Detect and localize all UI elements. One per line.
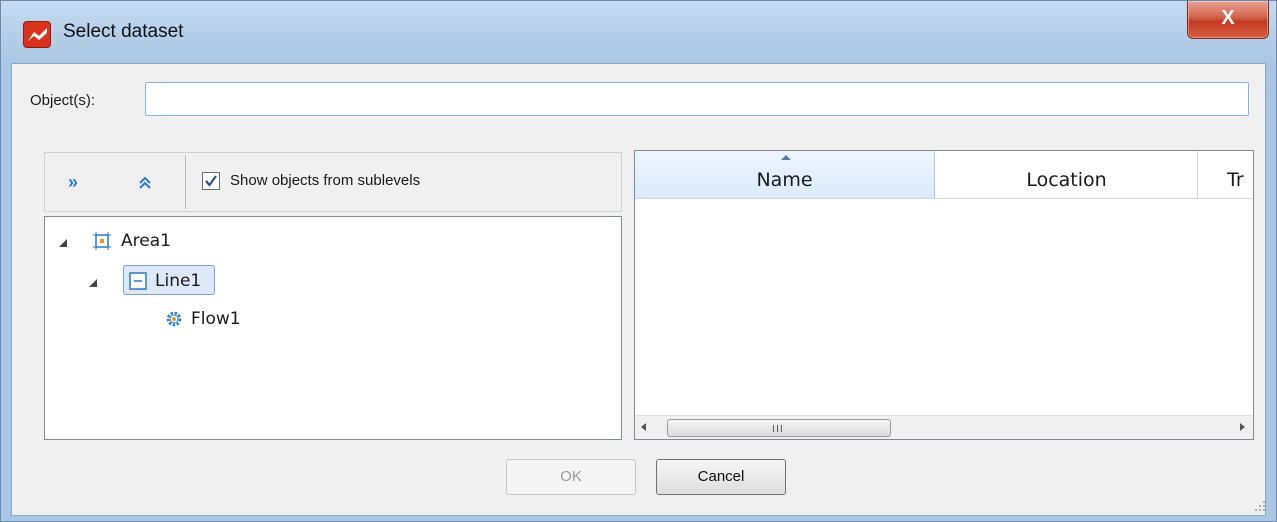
tree-item-label: Line1 [155, 271, 202, 291]
column-header-location[interactable]: Location [936, 151, 1198, 198]
column-header-label: Name [756, 169, 813, 191]
horizontal-scrollbar[interactable]: III [635, 415, 1253, 439]
object-tree: Area1 Line1 Flow1 [44, 216, 622, 440]
sort-ascending-icon [781, 155, 791, 160]
area-icon [93, 232, 111, 250]
dataset-grid: Name Location Tr III [634, 150, 1254, 440]
column-header-label: Tr [1227, 169, 1244, 191]
resize-grip-icon[interactable] [1254, 500, 1266, 512]
app-logo-icon [23, 21, 51, 48]
scroll-right-arrow-icon[interactable] [1240, 423, 1245, 431]
tree-item-label: Area1 [121, 231, 171, 251]
grid-header: Name Location Tr [635, 151, 1253, 199]
column-header-label: Location [1026, 169, 1107, 191]
flow-gear-icon [166, 311, 182, 327]
objects-label: Object(s): [30, 92, 96, 109]
line-icon [129, 272, 147, 290]
tree-item-area1[interactable]: Area1 [45, 227, 615, 255]
close-button[interactable]: X [1187, 1, 1269, 39]
cancel-button[interactable]: Cancel [656, 459, 786, 495]
collapse-all-button[interactable] [131, 169, 159, 197]
expand-all-button[interactable]: » [59, 169, 87, 197]
double-chevron-right-icon: » [67, 172, 78, 192]
window-title: Select dataset [63, 21, 184, 42]
checkmark-icon [205, 175, 217, 187]
column-header-tr[interactable]: Tr [1199, 151, 1253, 198]
show-sublevels-label[interactable]: Show objects from sublevels [230, 172, 420, 189]
double-chevron-up-icon [139, 176, 151, 189]
ok-button[interactable]: OK [506, 459, 636, 495]
tree-item-flow1[interactable]: Flow1 [45, 305, 615, 333]
toolbar-separator [185, 155, 186, 209]
expanded-arrow-icon[interactable] [89, 279, 97, 287]
tree-toolbar: » Show objects from sublevels [44, 152, 622, 212]
scroll-thumb[interactable]: III [667, 419, 891, 437]
scroll-thumb-grip: III [772, 424, 784, 435]
objects-input[interactable] [145, 82, 1249, 116]
expanded-arrow-icon[interactable] [59, 239, 67, 247]
show-sublevels-checkbox[interactable] [202, 172, 220, 190]
tree-item-label: Flow1 [191, 309, 241, 329]
scroll-left-arrow-icon[interactable] [641, 423, 646, 431]
column-header-name[interactable]: Name [635, 151, 935, 198]
tree-item-line1[interactable]: Line1 [45, 267, 615, 295]
title-bar[interactable]: Select dataset X [1, 1, 1276, 61]
